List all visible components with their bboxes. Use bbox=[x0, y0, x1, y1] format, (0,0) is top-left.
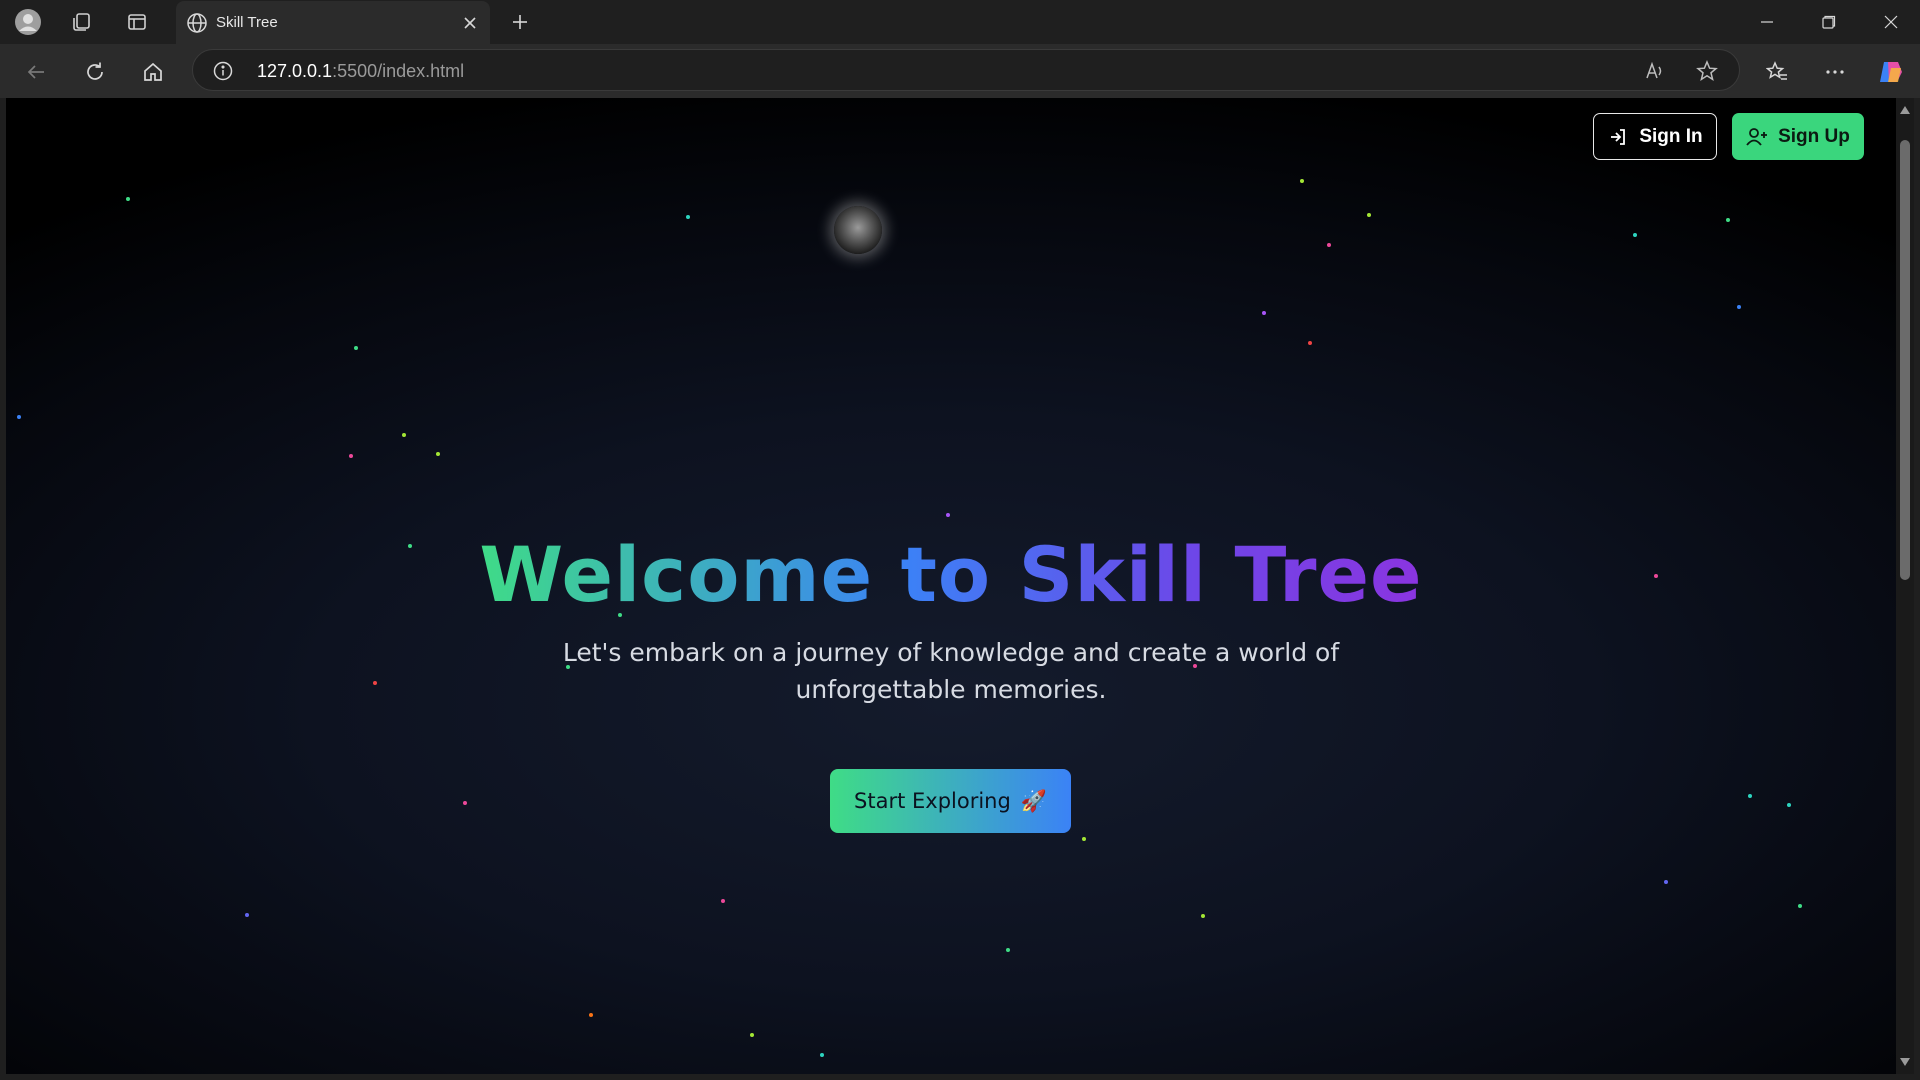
plus-icon[interactable] bbox=[504, 8, 536, 36]
scroll-down-icon[interactable] bbox=[1899, 1056, 1911, 1068]
star bbox=[589, 1013, 593, 1017]
sign-in-icon bbox=[1607, 126, 1629, 148]
star bbox=[721, 899, 725, 903]
sign-up-button[interactable]: Sign Up bbox=[1732, 113, 1864, 160]
read-aloud-icon[interactable] bbox=[1641, 57, 1669, 85]
star bbox=[1201, 914, 1205, 918]
close-window-icon[interactable] bbox=[1868, 6, 1914, 38]
star bbox=[17, 415, 21, 419]
star bbox=[1262, 311, 1266, 315]
workspaces-icon[interactable] bbox=[68, 8, 96, 36]
star bbox=[349, 454, 353, 458]
star bbox=[820, 1053, 824, 1057]
star bbox=[1748, 794, 1752, 798]
tab-title: Skill Tree bbox=[216, 14, 278, 31]
glowing-orb bbox=[834, 206, 882, 254]
address-bar[interactable]: 127.0.0.1:5500/index.html bbox=[192, 49, 1740, 91]
star bbox=[245, 913, 249, 917]
refresh-icon[interactable] bbox=[78, 55, 112, 89]
start-exploring-button[interactable]: Start Exploring 🚀 bbox=[830, 769, 1071, 833]
user-plus-icon bbox=[1746, 126, 1768, 148]
tab-bar: Skill Tree bbox=[0, 0, 1920, 44]
star bbox=[1006, 948, 1010, 952]
url-path: :5500/index.html bbox=[332, 61, 465, 81]
hero-title-container: Welcome to Skill Tree bbox=[6, 530, 1896, 622]
tab-actions-icon[interactable] bbox=[123, 8, 151, 36]
profile-avatar-icon[interactable] bbox=[14, 8, 42, 36]
star bbox=[1633, 233, 1637, 237]
window-bottom-edge bbox=[0, 1074, 1920, 1080]
more-icon[interactable] bbox=[1818, 55, 1852, 89]
hero-subtitle: Let's embark on a journey of knowledge a… bbox=[562, 638, 1340, 704]
star-icon[interactable] bbox=[1693, 57, 1721, 85]
rocket-icon: 🚀 bbox=[1020, 788, 1047, 813]
info-icon[interactable] bbox=[211, 59, 235, 83]
tab-skill-tree[interactable]: Skill Tree bbox=[176, 1, 490, 44]
star bbox=[436, 452, 440, 456]
star bbox=[1367, 213, 1371, 217]
star bbox=[1664, 880, 1668, 884]
star bbox=[354, 346, 358, 350]
star bbox=[373, 681, 377, 685]
star bbox=[126, 197, 130, 201]
star bbox=[402, 433, 406, 437]
favorites-icon[interactable] bbox=[1760, 55, 1794, 89]
page-scrollbar[interactable] bbox=[1896, 98, 1914, 1074]
minimize-icon[interactable] bbox=[1744, 6, 1790, 38]
home-icon[interactable] bbox=[136, 55, 170, 89]
scroll-up-icon[interactable] bbox=[1899, 104, 1911, 116]
copilot-icon[interactable] bbox=[1874, 55, 1908, 89]
star bbox=[686, 215, 690, 219]
restore-icon[interactable] bbox=[1806, 6, 1852, 38]
star bbox=[750, 1033, 754, 1037]
star bbox=[1798, 904, 1802, 908]
star bbox=[463, 801, 467, 805]
star bbox=[946, 513, 950, 517]
sign-in-label: Sign In bbox=[1639, 125, 1703, 147]
scrollbar-thumb[interactable] bbox=[1900, 140, 1910, 580]
star bbox=[1300, 179, 1304, 183]
star bbox=[1737, 305, 1741, 309]
star bbox=[1327, 243, 1331, 247]
back-arrow-icon[interactable] bbox=[19, 55, 53, 89]
url-host: 127.0.0.1 bbox=[257, 61, 333, 81]
sign-up-label: Sign Up bbox=[1778, 125, 1850, 147]
page-viewport: Sign In Sign Up Welcome to Skill Tree Le… bbox=[6, 98, 1896, 1074]
globe-icon bbox=[184, 10, 210, 36]
star bbox=[1082, 837, 1086, 841]
star bbox=[1726, 218, 1730, 222]
sign-in-button[interactable]: Sign In bbox=[1593, 113, 1717, 160]
url-text[interactable]: 127.0.0.1:5500/index.html bbox=[257, 61, 464, 82]
star bbox=[1787, 803, 1791, 807]
browser-toolbar: 127.0.0.1:5500/index.html bbox=[0, 44, 1920, 98]
start-exploring-label: Start Exploring bbox=[854, 789, 1011, 813]
star bbox=[1308, 341, 1312, 345]
hero-title: Welcome to Skill Tree bbox=[475, 530, 1426, 622]
close-icon[interactable] bbox=[458, 11, 482, 35]
